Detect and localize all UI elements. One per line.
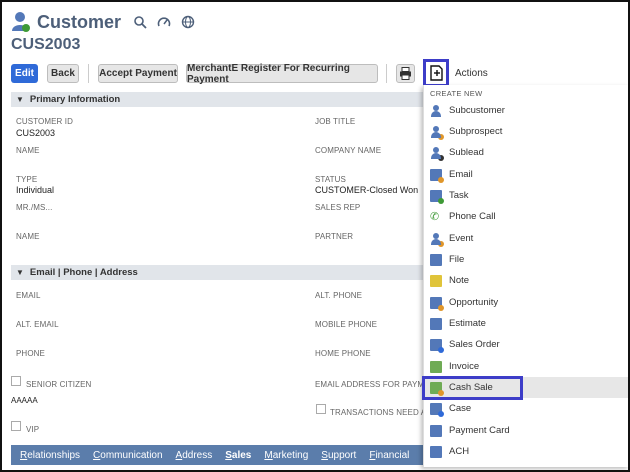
alt-phone-label: ALT. PHONE (315, 291, 363, 300)
menu-item-payment-card[interactable]: Payment Card (424, 420, 628, 441)
edit-button[interactable]: Edit (11, 64, 38, 83)
vip-checkbox[interactable] (11, 421, 21, 431)
create-new-menu: CREATE NEW Subcustomer Subprospect Suble… (423, 85, 628, 467)
aaaaa-value: AAAAA (11, 396, 38, 405)
tab-relationships[interactable]: Relationships (20, 450, 80, 461)
opportunity-icon (430, 296, 444, 311)
email-label: EMAIL (16, 291, 41, 300)
menu-item-sales-order[interactable]: Sales Order (424, 334, 628, 355)
estimate-icon (430, 317, 442, 330)
merchant-register-button[interactable]: MerchantE Register For Recurring Payment (186, 63, 378, 85)
transactions-need-approval-checkbox[interactable] (316, 404, 326, 414)
menu-item-opportunity[interactable]: Opportunity (424, 292, 628, 313)
tab-marketing[interactable]: Marketing (264, 450, 308, 461)
section-title: Primary Information (29, 94, 121, 105)
globe-icon[interactable] (181, 15, 195, 29)
menu-item-task[interactable]: Task (424, 185, 628, 206)
company-name-label: COMPANY NAME (315, 146, 382, 155)
menu-item-sublead[interactable]: Sublead (424, 142, 628, 163)
customer-id-label: CUSTOMER ID (16, 117, 73, 126)
menu-item-ach[interactable]: ACH (424, 441, 628, 462)
partner-label: PARTNER (315, 232, 354, 241)
note-icon (430, 274, 442, 287)
name-label: NAME (16, 146, 40, 155)
gauge-icon[interactable] (157, 15, 171, 29)
section-title: Email | Phone | Address (29, 267, 138, 278)
toolbar-divider (88, 64, 89, 83)
create-new-button[interactable] (423, 59, 449, 87)
email-icon (430, 168, 444, 183)
page-title: Customer (37, 11, 122, 32)
file-icon (430, 253, 442, 266)
phone-icon: ✆ (430, 210, 440, 223)
search-icon[interactable] (133, 15, 147, 29)
case-icon (430, 402, 444, 417)
menu-item-cash-sale[interactable]: Cash Sale (424, 377, 628, 398)
payment-card-icon (430, 424, 442, 437)
menu-item-email[interactable]: Email (424, 164, 628, 185)
type-value: Individual (16, 185, 55, 195)
senior-citizen-label: SENIOR CITIZEN (26, 380, 92, 389)
alt-email-label: ALT. EMAIL (16, 320, 59, 329)
menu-item-invoice[interactable]: Invoice (424, 356, 628, 377)
menu-item-subprospect[interactable]: Subprospect (424, 121, 628, 142)
menu-item-file[interactable]: File (424, 249, 628, 270)
customer-icon (11, 11, 31, 33)
person-icon (430, 125, 444, 140)
customer-record-page: Customer CUS2003 Edit Back Accept Paymen… (0, 0, 630, 472)
ach-icon (430, 445, 442, 458)
name-label-2: NAME (16, 232, 40, 241)
email-for-payment-label: EMAIL ADDRESS FOR PAYME (315, 380, 430, 389)
menu-header: CREATE NEW (430, 89, 483, 98)
new-record-icon (430, 65, 443, 81)
mobile-phone-label: MOBILE PHONE (315, 320, 378, 329)
menu-item-phone-call[interactable]: ✆ Phone Call (424, 206, 628, 227)
menu-item-case[interactable]: Case (424, 398, 628, 419)
printer-icon (400, 67, 411, 80)
home-phone-label: HOME PHONE (315, 349, 371, 358)
subtab-bar: Relationships Communication Address Sale… (11, 445, 423, 465)
mr-ms-label: MR./MS... (16, 203, 53, 212)
event-icon (430, 232, 444, 247)
record-id: CUS2003 (11, 36, 81, 53)
tab-sales[interactable]: Sales (225, 450, 251, 461)
status-label: STATUS (315, 175, 346, 184)
email-phone-address-section[interactable]: ▼ Email | Phone | Address (11, 265, 423, 280)
sales-rep-label: SALES REP (315, 203, 361, 212)
type-label: TYPE (16, 175, 38, 184)
person-icon (430, 104, 442, 117)
menu-item-note[interactable]: Note (424, 270, 628, 291)
sales-order-icon (430, 338, 444, 353)
invoice-icon (430, 360, 442, 373)
back-button[interactable]: Back (47, 64, 79, 83)
phone-label: PHONE (16, 349, 45, 358)
menu-item-subcustomer[interactable]: Subcustomer (424, 100, 628, 121)
tab-support[interactable]: Support (321, 450, 356, 461)
vip-label: VIP (26, 425, 40, 434)
job-title-label: JOB TITLE (315, 117, 356, 126)
page-header: Customer (11, 10, 195, 34)
collapse-icon: ▼ (16, 95, 24, 104)
tab-address[interactable]: Address (176, 450, 213, 461)
person-icon (430, 146, 444, 161)
primary-information-section[interactable]: ▼ Primary Information (11, 92, 423, 107)
menu-item-event[interactable]: Event (424, 228, 628, 249)
tab-financial[interactable]: Financial (369, 450, 409, 461)
transactions-need-label: TRANSACTIONS NEED AP (330, 408, 432, 417)
senior-citizen-checkbox[interactable] (11, 376, 21, 386)
status-value: CUSTOMER-Closed Won (315, 185, 419, 195)
toolbar-divider (386, 64, 387, 83)
task-icon (430, 189, 444, 204)
print-button[interactable] (396, 64, 415, 83)
tab-communication[interactable]: Communication (93, 450, 163, 461)
cash-sale-icon (430, 381, 444, 396)
accept-payment-button[interactable]: Accept Payment (98, 64, 178, 83)
collapse-icon: ▼ (16, 268, 24, 277)
menu-item-estimate[interactable]: Estimate (424, 313, 628, 334)
actions-menu[interactable]: Actions (455, 68, 488, 79)
customer-id-value: CUS2003 (16, 128, 56, 138)
